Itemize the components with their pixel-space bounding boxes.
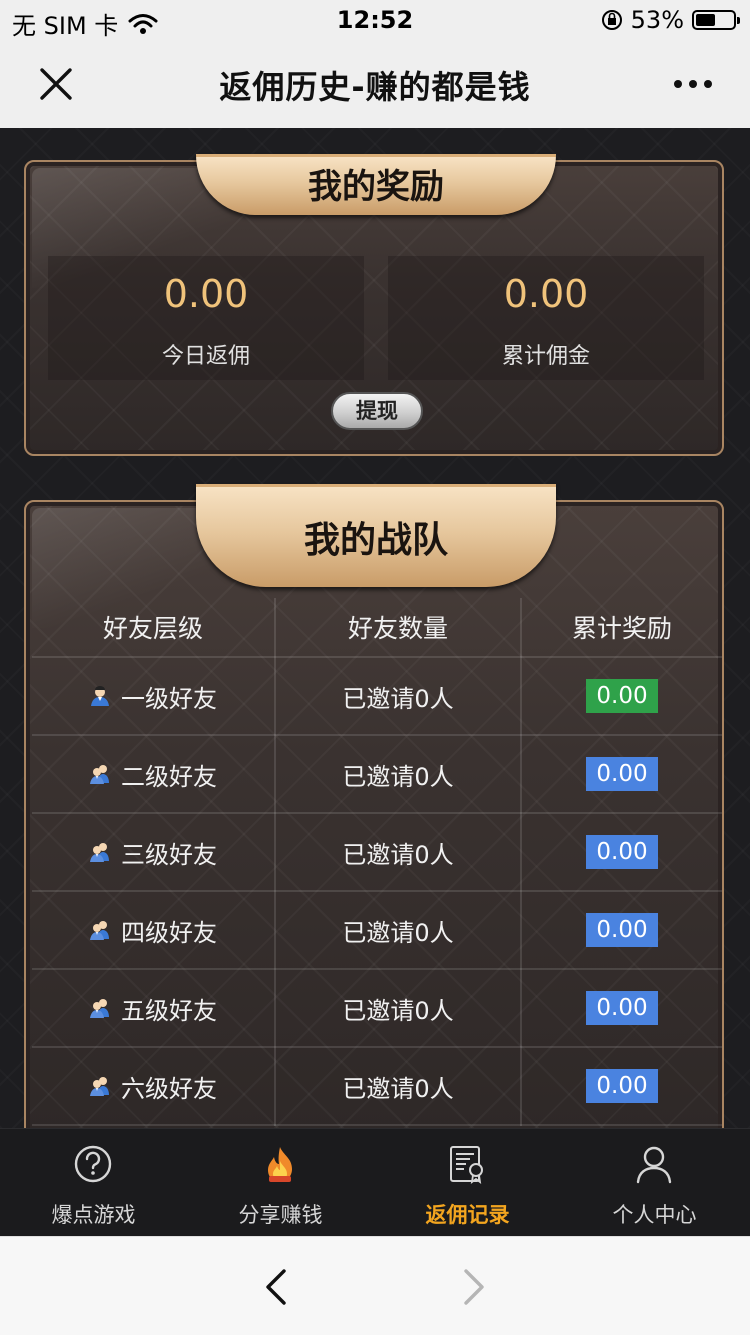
team-level-cell: 三级好友	[32, 813, 276, 892]
team-row: 二级好友 已邀请0人 0.00	[32, 735, 722, 814]
rewards-banner: 我的奖励	[196, 154, 556, 215]
single-user-icon	[91, 686, 109, 706]
battery-icon	[692, 10, 740, 30]
status-right: 53%	[601, 6, 740, 34]
team-level-label: 三级好友	[121, 840, 217, 869]
level-wrapper: 五级好友	[89, 991, 217, 1026]
tab-label: 爆点游戏	[51, 1203, 136, 1227]
team-reward-cell: 0.00	[521, 735, 722, 814]
nav-bar: 返佣历史-赚的都是钱	[0, 40, 750, 128]
team-count-cell: 已邀请0人	[275, 891, 522, 970]
team-count-cell: 已邀请0人	[275, 813, 522, 892]
team-title: 我的战队	[303, 520, 448, 561]
today-commission-box: 0.00 今日返佣	[48, 256, 364, 380]
tab-share-earn[interactable]: 分享赚钱	[187, 1129, 374, 1237]
multi-user-icon	[90, 999, 109, 1018]
question-circle-icon	[74, 1145, 112, 1183]
team-level-cell: 四级好友	[32, 891, 276, 970]
tab-label: 个人中心	[612, 1203, 697, 1227]
team-table: 好友层级 好友数量 累计奖励 一级好友 已邀请0人 0.00 二级好友 已邀请0人 0.0…	[32, 598, 722, 1126]
team-reward-cell: 0.00	[521, 891, 722, 970]
battery-percent: 53%	[630, 6, 684, 34]
status-bar: 无 SIM 卡 12:52 53%	[0, 0, 750, 40]
header-reward: 累计奖励	[521, 598, 722, 658]
team-row: 三级好友 已邀请0人 0.00	[32, 813, 722, 892]
multi-user-icon	[90, 765, 109, 784]
back-arrow-icon[interactable]	[260, 1267, 292, 1307]
team-level-label: 六级好友	[121, 1074, 217, 1103]
browser-toolbar	[0, 1236, 750, 1335]
team-row: 五级好友 已邀请0人 0.00	[32, 969, 722, 1048]
reward-badge: 0.00	[586, 679, 658, 713]
rotation-lock-icon	[601, 10, 622, 30]
level-wrapper: 三级好友	[89, 835, 217, 870]
team-reward-cell: 0.00	[521, 1047, 722, 1126]
team-table-header: 好友层级 好友数量 累计奖励	[32, 598, 722, 658]
team-row: 六级好友 已邀请0人 0.00	[32, 1047, 722, 1126]
team-row: 一级好友 已邀请0人 0.00	[32, 657, 722, 736]
person-icon	[636, 1146, 672, 1184]
tab-label: 分享赚钱	[238, 1203, 323, 1227]
team-table-body: 一级好友 已邀请0人 0.00 二级好友 已邀请0人 0.00 三级好友 已邀请0人 0.00 四…	[32, 657, 722, 1126]
total-commission-box: 0.00 累计佣金	[388, 256, 704, 380]
team-level-label: 四级好友	[121, 918, 217, 947]
battery-fill	[696, 14, 715, 26]
header-level: 好友层级	[32, 598, 276, 658]
team-reward-cell: 0.00	[521, 657, 722, 736]
content-area: 我的奖励 0.00 今日返佣 0.00 累计佣金 提现 我的战队 好友层级 好友…	[0, 128, 750, 1128]
level-wrapper: 四级好友	[89, 913, 217, 948]
page-title: 返佣历史-赚的都是钱	[219, 68, 531, 106]
multi-user-icon	[90, 843, 109, 862]
tab-commission-records[interactable]: 返佣记录	[374, 1129, 561, 1237]
team-row: 四级好友 已邀请0人 0.00	[32, 891, 722, 970]
reward-badge: 0.00	[586, 835, 658, 869]
team-panel: 我的战队 好友层级 好友数量 累计奖励 一级好友 已邀请0人 0.00 二级好友 已邀请…	[24, 484, 724, 1128]
reward-badge: 0.00	[586, 1069, 658, 1103]
flame-icon	[268, 1147, 292, 1182]
level-wrapper: 二级好友	[89, 757, 217, 792]
more-icon[interactable]	[670, 62, 716, 106]
rewards-panel: 我的奖励 0.00 今日返佣 0.00 累计佣金 提现	[24, 154, 724, 456]
level-wrapper: 一级好友	[89, 679, 217, 714]
team-count-cell: 已邀请0人	[275, 1047, 522, 1126]
team-level-label: 二级好友	[121, 762, 217, 791]
team-level-cell: 五级好友	[32, 969, 276, 1048]
team-count-cell: 已邀请0人	[275, 657, 522, 736]
multi-user-icon	[90, 921, 109, 940]
total-commission-value: 0.00	[503, 272, 589, 316]
reward-badge: 0.00	[586, 913, 658, 947]
team-level-label: 一级好友	[121, 684, 217, 713]
team-level-cell: 一级好友	[32, 657, 276, 736]
team-banner: 我的战队	[196, 484, 556, 587]
tab-personal-center[interactable]: 个人中心	[561, 1129, 748, 1237]
header-count: 好友数量	[275, 598, 522, 658]
withdraw-button[interactable]: 提现	[331, 392, 423, 430]
reward-badge: 0.00	[586, 757, 658, 791]
tab-hot-games[interactable]: 爆点游戏	[0, 1129, 187, 1237]
forward-arrow-icon[interactable]	[458, 1267, 490, 1307]
bottom-tab-bar: 爆点游戏 分享赚钱 返佣记录 个人中心	[0, 1128, 750, 1237]
multi-user-icon	[90, 1077, 109, 1096]
total-commission-label: 累计佣金	[501, 344, 590, 369]
today-commission-label: 今日返佣	[161, 344, 250, 369]
team-reward-cell: 0.00	[521, 969, 722, 1048]
tab-label: 返佣记录	[425, 1203, 510, 1227]
reward-badge: 0.00	[586, 991, 658, 1025]
team-level-label: 五级好友	[121, 996, 217, 1025]
team-level-cell: 二级好友	[32, 735, 276, 814]
team-count-cell: 已邀请0人	[275, 735, 522, 814]
team-reward-cell: 0.00	[521, 813, 722, 892]
today-commission-value: 0.00	[163, 272, 249, 316]
certificate-icon	[450, 1146, 483, 1185]
rewards-title: 我的奖励	[308, 167, 444, 207]
team-count-cell: 已邀请0人	[275, 969, 522, 1048]
level-wrapper: 六级好友	[89, 1069, 217, 1104]
team-level-cell: 六级好友	[32, 1047, 276, 1126]
